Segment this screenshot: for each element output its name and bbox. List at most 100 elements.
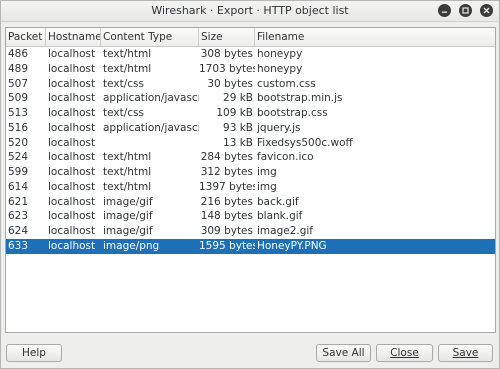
cell-filename: HoneyPY.PNG — [257, 239, 327, 252]
cell-hostname: localhost — [48, 62, 96, 75]
cell-content-type: image/gif — [103, 210, 153, 223]
cell-hostname: localhost — [48, 121, 96, 134]
table-row[interactable]: 614 localhost text/html 1397 bytes img — [6, 180, 495, 195]
cell-filename: image2.gif — [257, 225, 314, 237]
cell-packet: 621 — [8, 195, 29, 208]
cell-packet: 599 — [8, 166, 29, 178]
cell-filename: img — [257, 180, 277, 193]
cell-content-type: text/css — [103, 77, 144, 90]
cell-hostname: localhost — [48, 92, 96, 105]
cell-size: 312 bytes — [200, 166, 253, 178]
table-body: 486 localhost text/html 308 bytes honeypy 489… — [6, 47, 495, 254]
cell-filename: custom.css — [257, 77, 316, 90]
cell-hostname: localhost — [48, 166, 96, 178]
cell-hostname: localhost — [48, 195, 96, 208]
table-row[interactable]: 513 localhost text/css 109 kB bootstrap.css — [6, 106, 495, 121]
cell-hostname: localhost — [48, 77, 96, 90]
cell-packet: 624 — [8, 225, 29, 237]
close-icon[interactable] — [480, 4, 493, 17]
cell-size: 308 bytes — [200, 48, 253, 60]
cell-content-type: text/html — [103, 180, 152, 193]
cell-size: 309 bytes — [200, 225, 253, 237]
cell-filename: bootstrap.min.js — [257, 92, 343, 105]
table-row[interactable]: 489 localhost text/html 1703 bytes honeypy — [6, 62, 495, 77]
column-header-packet[interactable]: Packet — [6, 28, 46, 46]
cell-size: 30 bytes — [207, 77, 253, 90]
minimize-icon[interactable] — [438, 4, 451, 17]
cell-filename: blank.gif — [257, 210, 303, 223]
cell-content-type: text/html — [103, 166, 152, 178]
cell-size: 1397 bytes — [199, 180, 255, 193]
cell-content-type: application/javascript — [103, 121, 199, 134]
cell-size: 148 bytes — [200, 210, 253, 223]
cell-packet: 516 — [8, 121, 29, 134]
column-header-filename[interactable]: Filename — [255, 28, 495, 46]
cell-size: 29 kB — [223, 92, 253, 105]
cell-packet: 489 — [8, 62, 29, 75]
cell-filename: favicon.ico — [257, 151, 314, 164]
cell-packet: 509 — [8, 92, 29, 105]
cell-content-type: text/css — [103, 107, 144, 119]
table-row[interactable]: 599 localhost text/html 312 bytes img — [6, 165, 495, 180]
cell-packet: 486 — [8, 48, 29, 60]
http-object-table[interactable]: Packet Hostname Content Type Size Filena… — [5, 27, 496, 333]
column-header-content-type[interactable]: Content Type — [101, 28, 199, 46]
table-row[interactable]: 633 localhost image/png 1595 bytes HoneyPY.P… — [6, 238, 495, 254]
cell-hostname: localhost — [48, 107, 96, 119]
column-header-size[interactable]: Size — [199, 28, 255, 46]
cell-hostname: localhost — [48, 225, 96, 237]
cell-hostname: localhost — [48, 48, 96, 60]
cell-content-type: application/javascript — [103, 92, 199, 105]
cell-hostname: localhost — [48, 151, 96, 164]
table-header: Packet Hostname Content Type Size Filena… — [6, 28, 495, 47]
table-row[interactable]: 509 localhost application/javascript 29 kB b… — [6, 91, 495, 106]
maximize-icon[interactable] — [459, 4, 472, 17]
cell-content-type: image/gif — [103, 195, 153, 208]
cell-content-type: text/html — [103, 48, 152, 60]
cell-packet: 520 — [8, 136, 29, 149]
export-http-object-list-window: Wireshark · Export · HTTP object list Pa… — [0, 0, 500, 369]
cell-packet: 507 — [8, 77, 29, 90]
cell-filename: back.gif — [257, 195, 299, 208]
table-row[interactable]: 623 localhost image/gif 148 bytes blank.gif — [6, 209, 495, 224]
table-row[interactable]: 507 localhost text/css 30 bytes custom.css — [6, 77, 495, 92]
close-button[interactable]: Close — [376, 344, 433, 362]
cell-hostname: localhost — [48, 210, 96, 223]
table-row[interactable]: 486 localhost text/html 308 bytes honeypy — [6, 47, 495, 62]
cell-size: 1703 bytes — [199, 62, 255, 75]
cell-size: 216 bytes — [200, 195, 253, 208]
cell-packet: 633 — [8, 239, 29, 252]
save-button[interactable]: Save — [438, 344, 493, 362]
cell-size: 93 kB — [223, 121, 253, 134]
cell-content-type: text/html — [103, 151, 152, 164]
cell-filename: honeypy — [257, 62, 303, 75]
cell-packet: 513 — [8, 107, 29, 119]
table-row[interactable]: 524 localhost text/html 284 bytes favicon.ic… — [6, 150, 495, 165]
cell-hostname: localhost — [48, 239, 96, 252]
table-row[interactable]: 516 localhost application/javascript 93 kB j… — [6, 121, 495, 136]
cell-content-type: image/gif — [103, 225, 153, 237]
window-title: Wireshark · Export · HTTP object list — [151, 4, 349, 17]
column-header-hostname[interactable]: Hostname — [46, 28, 101, 46]
save-all-button[interactable]: Save All — [316, 344, 371, 362]
cell-hostname: localhost — [48, 180, 96, 193]
cell-packet: 524 — [8, 151, 29, 164]
table-row[interactable]: 621 localhost image/gif 216 bytes back.gif — [6, 195, 495, 210]
cell-content-type: text/html — [103, 62, 152, 75]
cell-packet: 623 — [8, 210, 29, 223]
cell-size: 13 kB — [223, 136, 253, 149]
cell-size: 1595 bytes — [199, 239, 255, 252]
cell-filename: img — [257, 166, 277, 178]
cell-content-type: image/png — [103, 239, 160, 252]
help-button[interactable]: Help — [6, 344, 62, 362]
table-row[interactable]: 624 localhost image/gif 309 bytes image2.gif — [6, 224, 495, 239]
title-bar[interactable]: Wireshark · Export · HTTP object list — [1, 1, 499, 22]
cell-size: 109 kB — [216, 107, 253, 119]
cell-filename: jquery.js — [257, 121, 301, 134]
cell-filename: Fixedsys500c.woff — [257, 136, 353, 149]
cell-size: 284 bytes — [200, 151, 253, 164]
cell-filename: honeypy — [257, 48, 303, 60]
cell-content-type — [101, 136, 199, 151]
table-row[interactable]: 520 localhost 13 kB Fixedsys500c.woff — [6, 136, 495, 151]
cell-hostname: localhost — [48, 136, 96, 149]
